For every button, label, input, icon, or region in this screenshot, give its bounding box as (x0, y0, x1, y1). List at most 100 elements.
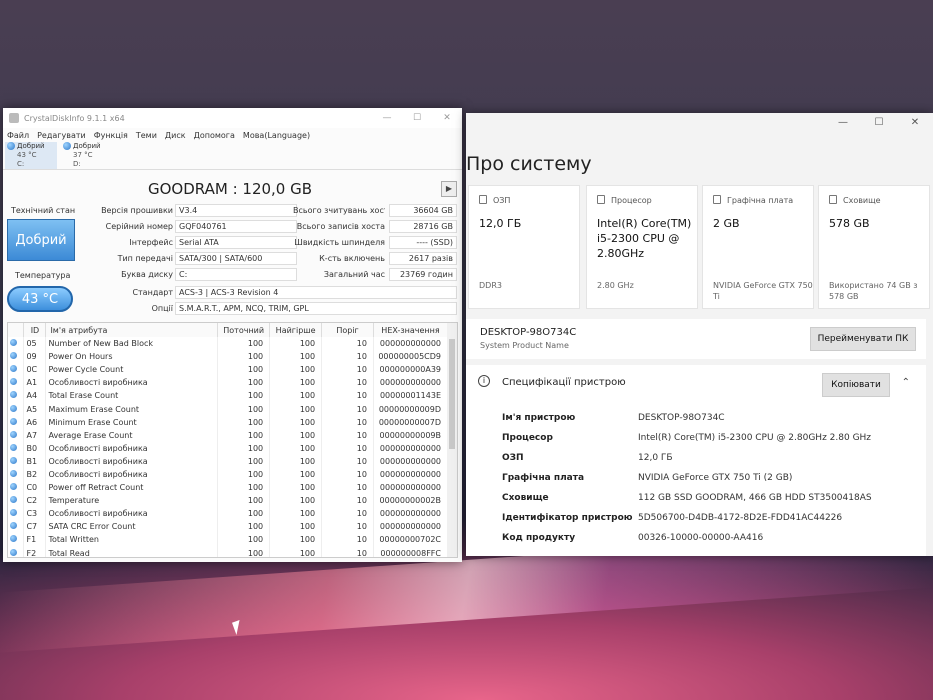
smart-attribute-name: Number of New Bad Block (45, 337, 219, 351)
table-row[interactable]: A7 Average Erase Count 100 100 10 00000000009… (8, 428, 449, 442)
smart-attribute-name: Особливості виробника (45, 507, 219, 521)
menu-help[interactable]: Допомога (194, 131, 235, 140)
drive-letter-label: Буква диску (121, 270, 173, 279)
smart-attribute-name: Power off Retract Count (45, 481, 219, 495)
drive-letter: D: (73, 160, 81, 168)
smart-id: A7 (23, 428, 47, 442)
transfer-label: Тип передачі (117, 254, 173, 263)
spec-key: ОЗП (502, 453, 524, 463)
rotation-value: ---- (SSD) (389, 236, 457, 249)
smart-attribute-name: Особливості виробника (45, 454, 219, 468)
table-row[interactable]: A5 Maximum Erase Count 100 100 10 00000000009… (8, 402, 449, 416)
firmware-value: V3.4 (175, 204, 297, 217)
menu-themes[interactable]: Теми (136, 131, 157, 140)
smart-hex: 00000000009D (373, 402, 449, 416)
info-icon: i (478, 375, 490, 387)
interface-label: Інтерфейс (129, 238, 173, 247)
card-gpu: Графічна плата 2 GB NVIDIA GeForce GTX 7… (702, 185, 814, 309)
smart-table[interactable]: ID Ім'я атрибута Поточний Найгірше Поріг… (7, 322, 458, 558)
cdi-titlebar[interactable]: CrystalDiskInfo 9.1.1 x64 — ☐ ✕ (3, 108, 462, 128)
status-dot-icon (8, 507, 25, 521)
smart-col-id[interactable]: ID (23, 323, 47, 337)
chevron-up-icon[interactable]: ⌃ (902, 377, 910, 388)
smart-hex: 000000000000 (373, 481, 449, 495)
maximize-icon[interactable]: ☐ (402, 113, 432, 123)
smart-col-worst[interactable]: Найгірше (269, 323, 323, 337)
smart-current: 100 (217, 337, 271, 351)
table-row[interactable]: A1 Особливості виробника 100 100 10 000000000… (8, 376, 449, 390)
close-icon[interactable]: ✕ (897, 117, 933, 128)
smart-threshold: 10 (321, 481, 374, 495)
card-cpu: Процесор Intel(R) Core(TM) i5-2300 CPU @… (586, 185, 698, 309)
table-row[interactable]: F1 Total Written 100 100 10 00000000702C (8, 533, 449, 547)
close-icon[interactable]: ✕ (432, 113, 462, 123)
device-specs-section: i Специфікації пристрою Копіювати ⌃ Ім'я… (466, 365, 926, 556)
status-dot-icon (8, 337, 25, 351)
table-row[interactable]: C3 Особливості виробника 100 100 10 000000000… (8, 507, 449, 521)
smart-col-hex[interactable]: HEX-значення (373, 323, 449, 337)
rename-pc-button[interactable]: Перейменувати ПК (810, 327, 916, 351)
status-dot-icon (8, 415, 25, 429)
table-row[interactable]: C0 Power off Retract Count 100 100 10 0000000… (8, 481, 449, 495)
smart-attribute-name: Total Erase Count (45, 389, 219, 403)
table-row[interactable]: 09 Power On Hours 100 100 10 000000005CD9 (8, 350, 449, 364)
spec-value[interactable]: 00326-10000-00000-AA416 (638, 533, 763, 543)
menu-file[interactable]: Файл (7, 131, 29, 140)
table-row[interactable]: F2 Total Read 100 100 10 000000008FFC (8, 546, 449, 557)
interface-value: Serial ATA (175, 236, 297, 249)
minimize-icon[interactable]: — (825, 117, 861, 128)
crystaldiskinfo-window: CrystalDiskInfo 9.1.1 x64 — ☐ ✕ Файл Ред… (3, 108, 462, 562)
smart-worst: 100 (269, 494, 323, 508)
smart-col-threshold[interactable]: Поріг (321, 323, 374, 337)
copy-button[interactable]: Копіювати (822, 373, 890, 397)
minimize-icon[interactable]: — (372, 113, 402, 123)
smart-current: 100 (217, 389, 271, 403)
drive-tab-c[interactable]: Добрий 43 °C C: (5, 142, 57, 169)
drive-tab-d[interactable]: Добрий 37 °C D: (61, 142, 113, 169)
maximize-icon[interactable]: ☐ (861, 117, 897, 128)
smart-id: A4 (23, 389, 47, 403)
spec-value[interactable]: DESKTOP-98O734C (638, 413, 725, 423)
status-dot-icon (8, 546, 25, 557)
drive-status: Добрий (17, 142, 45, 150)
smart-hex: 00000000002B (373, 494, 449, 508)
table-row[interactable]: C2 Temperature 100 100 10 00000000002B (8, 494, 449, 508)
table-row[interactable]: B0 Особливості виробника 100 100 10 000000000… (8, 441, 449, 455)
scroll-thumb[interactable] (449, 339, 455, 449)
status-dot-icon (8, 520, 25, 534)
smart-scrollbar[interactable] (447, 323, 457, 557)
smart-worst: 100 (269, 350, 323, 364)
smart-col-name[interactable]: Ім'я атрибута (45, 323, 219, 337)
spec-value[interactable]: 112 GB SSD GOODRAM, 466 GB HDD ST3500418… (638, 493, 872, 503)
play-icon[interactable]: ▶ (441, 181, 457, 197)
smart-col-status (8, 323, 25, 337)
spec-value[interactable]: 5D506700-D4DB-4172-8D2E-FDD41AC44226 (638, 513, 842, 523)
smart-worst: 100 (269, 546, 323, 557)
menu-edit[interactable]: Редагувати (37, 131, 86, 140)
smart-current: 100 (217, 467, 271, 482)
menu-disk[interactable]: Диск (165, 131, 186, 140)
smart-hex: 000000000000 (373, 376, 449, 390)
table-row[interactable]: B1 Особливості виробника 100 100 10 000000000… (8, 454, 449, 468)
drive-tabs: Добрий 43 °C C: Добрий 37 °C D: (3, 142, 462, 170)
smart-worst: 100 (269, 363, 323, 377)
menu-function[interactable]: Функція (94, 131, 128, 140)
menu-language[interactable]: Мова(Language) (243, 131, 310, 140)
table-row[interactable]: A4 Total Erase Count 100 100 10 00000001143E (8, 389, 449, 403)
table-row[interactable]: 0C Power Cycle Count 100 100 10 000000000A39 (8, 363, 449, 377)
table-row[interactable]: B2 Особливості виробника 100 100 10 000000000… (8, 467, 449, 482)
spec-value[interactable]: 12,0 ГБ (638, 453, 673, 463)
spec-value[interactable]: NVIDIA GeForce GTX 750 Ti (2 GB) (638, 473, 792, 483)
status-dot-icon (8, 350, 25, 364)
table-row[interactable]: A6 Minimum Erase Count 100 100 10 00000000007… (8, 415, 449, 429)
spec-key: Код продукту (502, 533, 576, 543)
smart-col-current[interactable]: Поточний (217, 323, 271, 337)
serial-value: GQF040761 (175, 220, 297, 233)
spec-value[interactable]: Intel(R) Core(TM) i5-2300 CPU @ 2.80GHz … (638, 433, 871, 443)
spec-key: Ім'я пристрою (502, 413, 576, 423)
table-row[interactable]: 05 Number of New Bad Block 100 100 10 0000000… (8, 337, 449, 351)
smart-current: 100 (217, 363, 271, 377)
table-row[interactable]: C7 SATA CRC Error Count 100 100 10 0000000000… (8, 520, 449, 534)
smart-current: 100 (217, 481, 271, 495)
cpu-icon (597, 195, 605, 204)
